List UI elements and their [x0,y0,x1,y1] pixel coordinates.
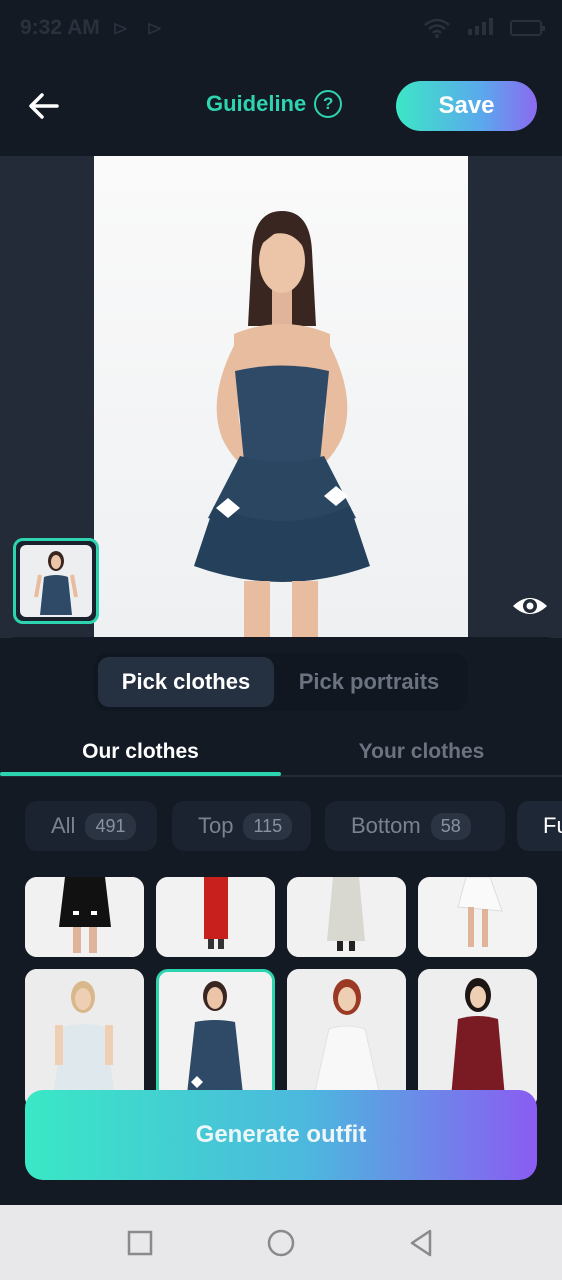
clothes-item-image [25,877,144,957]
active-tab-indicator [0,772,281,776]
question-circle-icon: ? [314,90,343,118]
signal-icon [466,18,494,42]
category-filter-bar: All 491 Top 115 Bottom 58 Fu [25,801,562,851]
cast-icon: ⊳ [146,18,163,40]
cast-icon: ⊳ [112,18,129,40]
guideline-link[interactable]: Guideline ? [206,90,343,118]
category-chip-full[interactable]: Fu [517,801,562,851]
clothes-item-image [418,877,537,957]
home-icon[interactable] [263,1225,299,1261]
clothes-item-image [156,877,275,957]
pick-mode-toggle: Pick clothes Pick portraits [94,653,468,711]
arrow-left-icon [29,93,59,119]
clothes-item[interactable] [25,877,144,957]
outfit-preview [0,156,562,638]
category-chip-all[interactable]: All 491 [25,801,157,851]
clothes-item[interactable] [287,877,406,957]
model-figure [194,211,370,638]
category-count: 491 [85,812,136,840]
selected-portrait-thumbnail[interactable] [13,538,99,624]
clothes-item[interactable] [418,969,537,1109]
status-time: 9:32 AM [20,16,100,39]
category-count: 58 [430,812,471,840]
category-label: Top [198,813,234,838]
pick-portraits-option[interactable]: Pick portraits [274,657,464,707]
clothes-item[interactable] [156,877,275,957]
back-button[interactable] [24,86,64,126]
clothes-item-image [418,969,537,1109]
system-navigation-bar [0,1205,562,1280]
recent-apps-icon[interactable] [122,1225,158,1261]
bottom-sheet: Pick clothes Pick portraits Our clothes … [0,637,562,1205]
clothes-source-tabs: Our clothes Your clothes [0,729,562,777]
clothes-item[interactable] [287,969,406,1109]
save-button[interactable]: Save [396,81,537,131]
eye-icon[interactable] [510,590,550,622]
clothes-item-image [25,969,144,1109]
category-chip-top[interactable]: Top 115 [172,801,311,851]
portrait-thumbnail-image [34,551,78,615]
wifi-icon [424,18,450,38]
clothes-item[interactable] [25,969,144,1109]
generate-outfit-button[interactable]: Generate outfit [25,1090,537,1180]
category-count: 115 [243,812,293,840]
status-bar: 9:32 AM ⊳ ⊳ [0,0,562,58]
clothes-item-image [287,877,406,957]
model-photo [94,156,468,638]
guideline-label: Guideline [206,91,307,116]
category-label: Fu [543,813,562,838]
category-label: All [51,813,76,838]
battery-icon [510,20,545,36]
top-bar: Guideline ? Save [0,58,562,156]
category-label: Bottom [351,813,421,838]
tab-your-clothes[interactable]: Your clothes [281,729,562,775]
back-triangle-icon[interactable] [404,1225,440,1261]
clothes-item-image [287,969,406,1109]
pick-clothes-option[interactable]: Pick clothes [98,657,274,707]
category-chip-bottom[interactable]: Bottom 58 [325,801,505,851]
clothes-item[interactable] [418,877,537,957]
tab-our-clothes[interactable]: Our clothes [0,729,281,775]
